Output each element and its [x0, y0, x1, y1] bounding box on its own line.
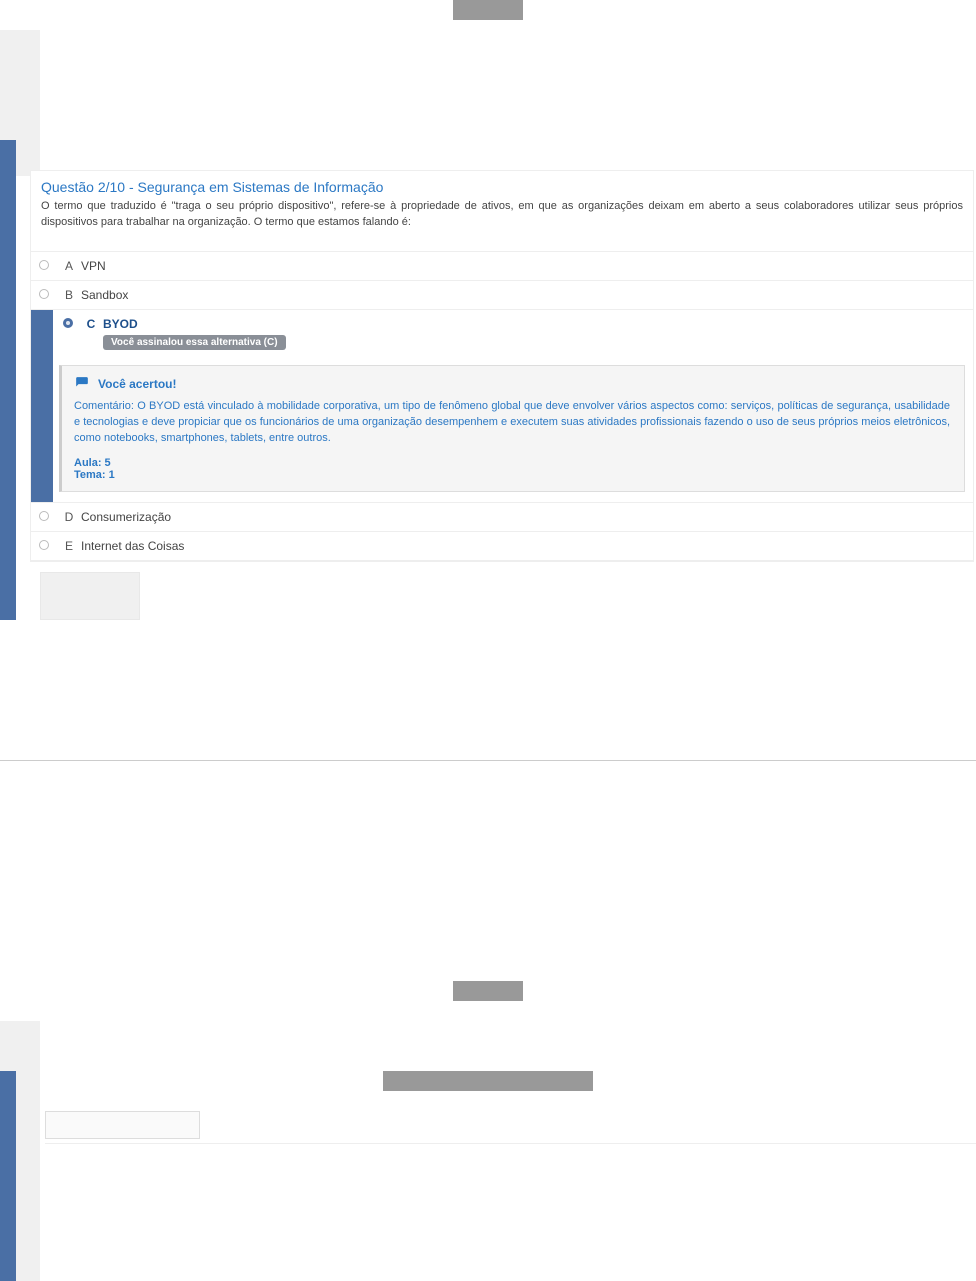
option-row[interactable]: B Sandbox	[31, 280, 973, 309]
radio-icon	[39, 511, 49, 521]
comment-icon	[74, 376, 90, 393]
feedback-aula: Aula: 5	[74, 457, 950, 469]
feedback-head-text: Você acertou!	[98, 377, 176, 391]
option-text: BYOD Você assinalou essa alternativa (C)	[103, 310, 973, 357]
question-prompt: O termo que traduzido é "traga o seu pró…	[41, 199, 963, 231]
radio-cell-a[interactable]	[31, 252, 57, 278]
radio-icon-filled	[63, 318, 73, 328]
selected-indicator-strip	[31, 310, 53, 502]
question-card: Questão 2/10 - Segurança em Sistemas de …	[30, 170, 974, 562]
radio-icon	[39, 289, 49, 299]
feedback-heading: Você acertou!	[74, 376, 950, 393]
decorative-bar-mid	[453, 981, 523, 1001]
option-letter: B	[57, 281, 81, 309]
question-title: Questão 2/10 - Segurança em Sistemas de …	[41, 179, 963, 195]
option-row[interactable]: D Consumerização	[31, 502, 973, 531]
radio-cell-c[interactable]	[57, 310, 79, 336]
decorative-gray-box	[40, 572, 140, 620]
feedback-box: Você acertou! Comentário: O BYOD está vi…	[59, 365, 965, 492]
option-letter: D	[57, 503, 81, 531]
radio-icon	[39, 540, 49, 550]
decorative-bar-top	[453, 0, 523, 20]
feedback-body: Comentário: O BYOD está vinculado à mobi…	[74, 399, 950, 447]
option-letter: E	[57, 532, 81, 560]
side-blue-strip-lower	[0, 1071, 16, 1281]
feedback-tema: Tema: 1	[74, 469, 950, 481]
radio-cell-b[interactable]	[31, 281, 57, 307]
option-letter: A	[57, 252, 81, 280]
option-letter: C	[79, 310, 103, 338]
option-row[interactable]: E Internet das Coisas	[31, 531, 973, 561]
radio-cell-d[interactable]	[31, 503, 57, 529]
option-text: Sandbox	[81, 281, 973, 309]
option-row-selected[interactable]: C BYOD Você assinalou essa alternativa (…	[31, 309, 973, 502]
option-text-inner: BYOD	[103, 317, 138, 331]
divider	[0, 760, 976, 761]
radio-icon	[39, 260, 49, 270]
options-list: A VPN B Sandbox C BYOD Você assinalou es…	[31, 251, 973, 561]
option-text: Internet das Coisas	[81, 532, 973, 560]
placeholder-box	[45, 1111, 200, 1139]
option-text: VPN	[81, 252, 973, 280]
option-text: Consumerização	[81, 503, 973, 531]
decorative-bar-wide	[383, 1071, 593, 1091]
selected-badge: Você assinalou essa alternativa (C)	[103, 335, 286, 350]
option-row[interactable]: A VPN	[31, 251, 973, 280]
radio-cell-e[interactable]	[31, 532, 57, 558]
side-blue-strip	[0, 140, 16, 620]
